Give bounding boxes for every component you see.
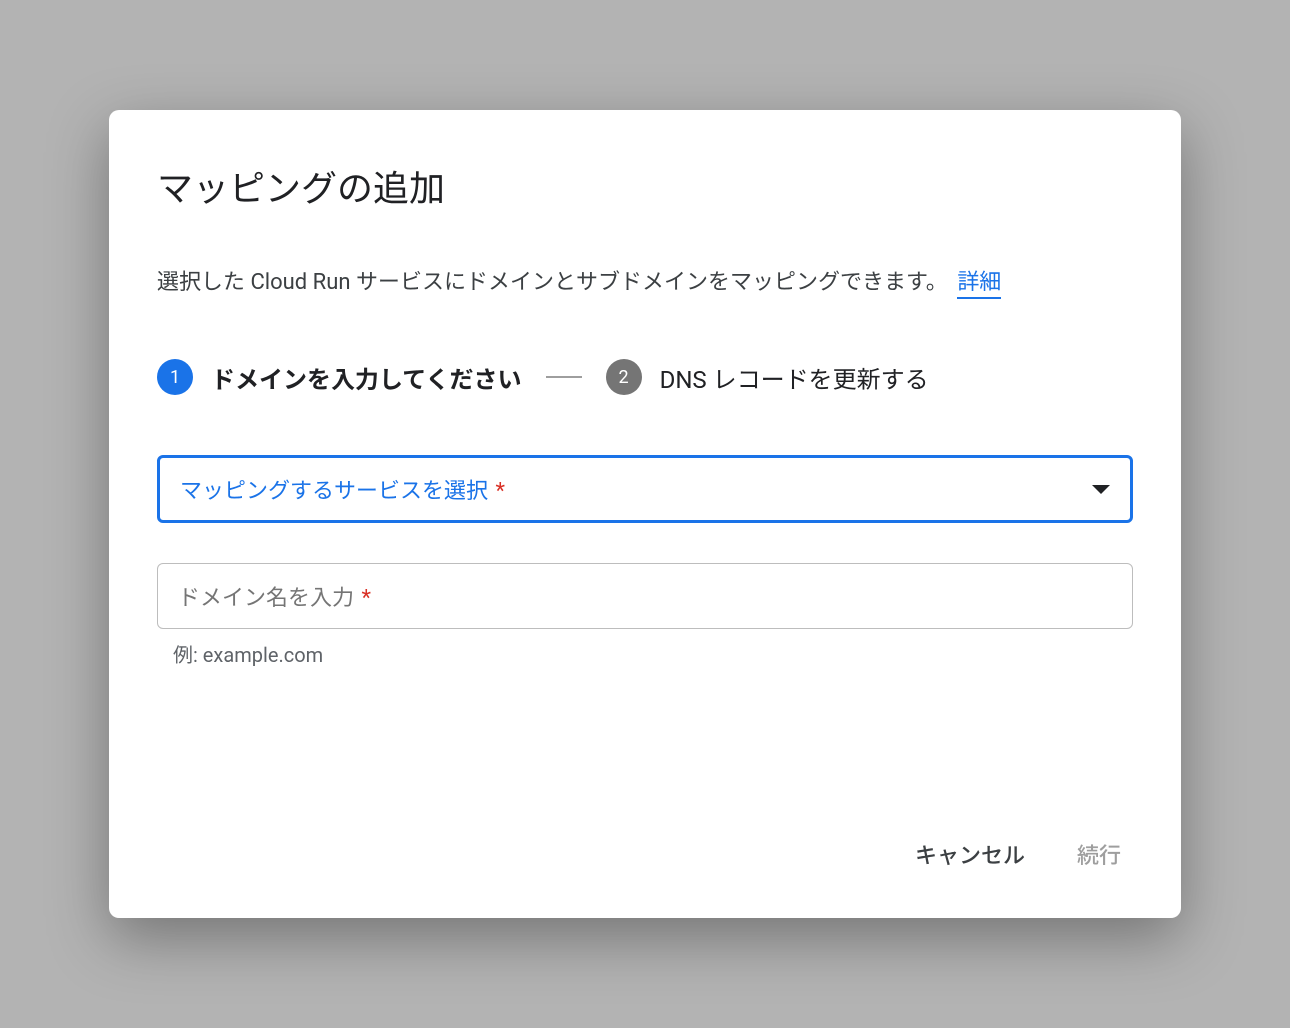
service-select[interactable]: マッピングするサービスを選択 * xyxy=(157,455,1133,523)
service-select-label: マッピングするサービスを選択 * xyxy=(180,473,505,505)
domain-input[interactable]: ドメイン名を入力 * xyxy=(157,563,1133,629)
domain-input-label: ドメイン名を入力 * xyxy=(178,580,371,612)
step-1-label: ドメインを入力してください xyxy=(211,360,522,395)
continue-button[interactable]: 続行 xyxy=(1073,830,1125,878)
dialog-actions: キャンセル 続行 xyxy=(157,830,1133,878)
step-2-label: DNS レコードを更新する xyxy=(660,360,929,395)
step-1-circle: 1 xyxy=(157,359,193,395)
required-asterisk: * xyxy=(495,479,504,504)
step-2-circle: 2 xyxy=(606,359,642,395)
form-body: マッピングするサービスを選択 * ドメイン名を入力 * 例: example.c… xyxy=(157,455,1133,668)
details-link[interactable]: 詳細 xyxy=(957,270,1001,299)
dialog-description: 選択した Cloud Run サービスにドメインとサブドメインをマッピングできま… xyxy=(157,266,1133,299)
stepper: 1 ドメインを入力してください 2 DNS レコードを更新する xyxy=(157,359,1133,395)
dialog-title: マッピングの追加 xyxy=(157,160,1133,212)
service-select-label-text: マッピングするサービスを選択 xyxy=(180,479,488,504)
step-1: 1 ドメインを入力してください xyxy=(157,359,522,395)
required-asterisk: * xyxy=(361,586,370,611)
add-mapping-dialog: マッピングの追加 選択した Cloud Run サービスにドメインとサブドメイン… xyxy=(109,110,1181,918)
step-separator xyxy=(546,376,582,378)
step-2: 2 DNS レコードを更新する xyxy=(606,359,929,395)
domain-input-label-text: ドメイン名を入力 xyxy=(178,586,354,611)
domain-input-group: ドメイン名を入力 * 例: example.com xyxy=(157,563,1133,668)
dialog-description-text: 選択した Cloud Run サービスにドメインとサブドメインをマッピングできま… xyxy=(157,270,948,295)
chevron-down-icon xyxy=(1092,485,1110,494)
cancel-button[interactable]: キャンセル xyxy=(911,830,1029,878)
domain-input-helper: 例: example.com xyxy=(157,639,1133,668)
